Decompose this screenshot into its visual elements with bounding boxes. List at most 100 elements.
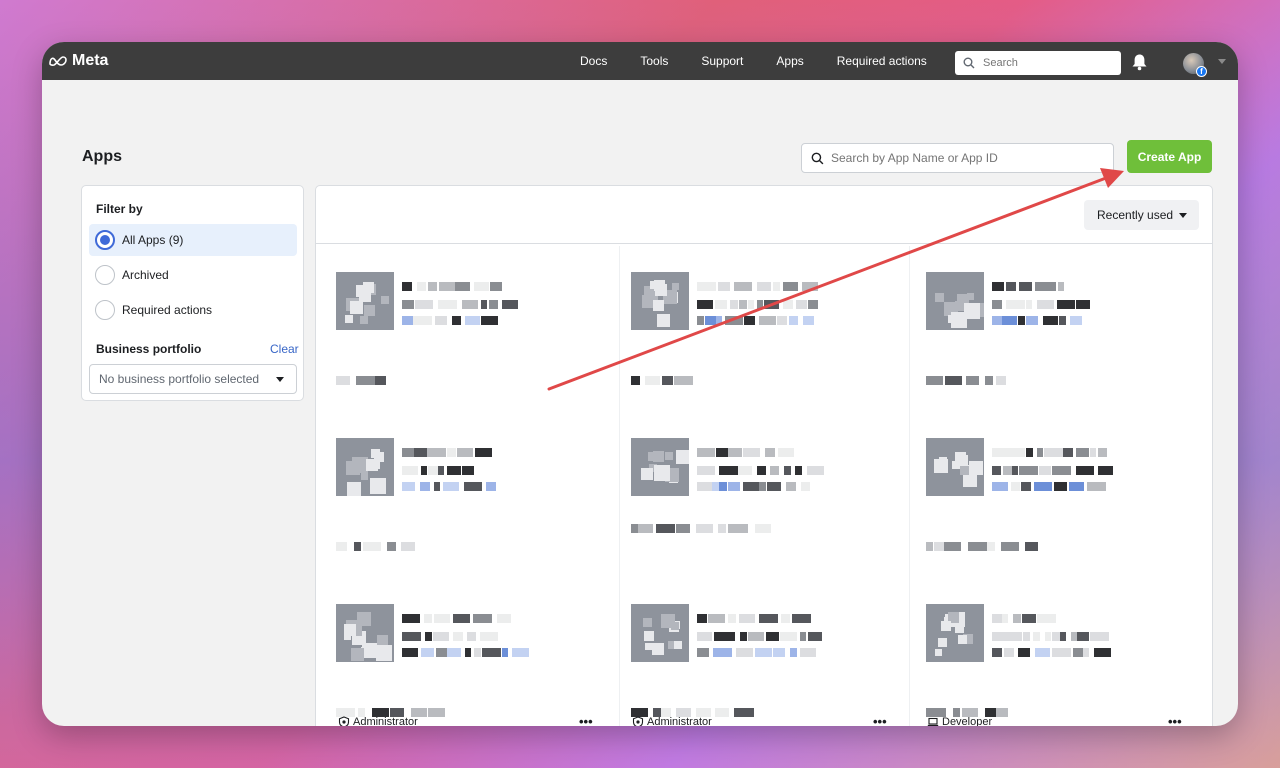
app-card[interactable]: [611, 416, 881, 566]
redacted-text: [1050, 316, 1058, 325]
app-card[interactable]: [316, 416, 586, 566]
more-options-icon[interactable]: •••: [1168, 714, 1182, 726]
more-options-icon[interactable]: •••: [873, 714, 887, 726]
meta-infinity-icon: [49, 56, 67, 66]
redacted-text: [1019, 282, 1032, 291]
app-card[interactable]: [906, 416, 1176, 566]
redacted-text: [968, 542, 987, 551]
redacted-text: [645, 376, 660, 385]
app-card[interactable]: [611, 250, 881, 400]
redacted-text: [934, 542, 944, 551]
nav-required-actions[interactable]: Required actions: [837, 54, 927, 68]
app-card[interactable]: [316, 582, 586, 726]
redacted-text: [708, 614, 725, 623]
redacted-text: [783, 300, 793, 309]
redacted-text: [773, 282, 780, 291]
app-card[interactable]: [611, 582, 881, 726]
app-role-footer: Administrator: [632, 716, 712, 726]
redacted-text: [1037, 448, 1043, 457]
top-navigation-bar: Meta Docs Tools Support Apps Required ac…: [42, 42, 1238, 80]
redacted-text: [992, 282, 1004, 291]
redacted-text: [482, 648, 501, 657]
redacted-text: [336, 376, 350, 385]
account-menu-chevron-down-icon[interactable]: [1218, 59, 1226, 64]
redacted-text: [1002, 614, 1008, 623]
redacted-text: [428, 708, 445, 717]
redacted-text: [434, 614, 450, 623]
redacted-text: [992, 632, 1010, 641]
clear-portfolio-link[interactable]: Clear: [270, 342, 299, 356]
meta-logo[interactable]: Meta: [48, 52, 108, 70]
nav-docs[interactable]: Docs: [580, 54, 607, 68]
redacted-text: [402, 316, 413, 325]
redacted-text: [792, 614, 811, 623]
redacted-text: [697, 482, 712, 491]
app-icon: [631, 604, 689, 662]
redacted-text: [1033, 632, 1040, 641]
business-portfolio-label: Business portfolio: [96, 342, 202, 356]
redacted-text: [803, 316, 814, 325]
top-search-box: [955, 51, 1121, 75]
redacted-text: [738, 466, 752, 475]
redacted-text: [926, 542, 933, 551]
redacted-text: [1004, 648, 1014, 657]
panel-divider: [316, 243, 1212, 244]
redacted-text: [467, 632, 476, 641]
redacted-text: [402, 300, 414, 309]
business-portfolio-select[interactable]: No business portfolio selected: [89, 364, 297, 394]
filter-option-label: Required actions: [122, 303, 213, 317]
redacted-text: [413, 316, 432, 325]
redacted-text: [402, 282, 412, 291]
redacted-text: [453, 614, 470, 623]
top-search-input[interactable]: [983, 57, 1103, 69]
redacted-text: [800, 632, 806, 641]
filter-option-all-apps[interactable]: All Apps (9): [89, 224, 297, 256]
redacted-text: [1076, 448, 1089, 457]
create-app-button[interactable]: Create App: [1127, 140, 1212, 173]
redacted-text: [447, 648, 461, 657]
redacted-text: [1028, 614, 1036, 623]
more-options-icon[interactable]: •••: [579, 714, 593, 726]
redacted-text: [1070, 316, 1082, 325]
redacted-text: [764, 300, 779, 309]
redacted-text: [734, 708, 754, 717]
redacted-text: [502, 300, 518, 309]
user-avatar[interactable]: f: [1183, 53, 1207, 77]
filter-panel: Filter by All Apps (9) Archived Required…: [81, 185, 304, 401]
filter-option-archived[interactable]: Archived: [89, 259, 297, 291]
redacted-text: [743, 448, 760, 457]
redacted-text: [424, 300, 433, 309]
redacted-text: [718, 282, 730, 291]
app-card[interactable]: [906, 250, 1176, 400]
redacted-text: [716, 448, 728, 457]
redacted-text: [697, 282, 716, 291]
redacted-text: [808, 632, 822, 641]
redacted-text: [715, 708, 729, 717]
redacted-text: [1037, 300, 1054, 309]
app-search-input[interactable]: [831, 151, 1101, 165]
redacted-text: [375, 376, 386, 385]
sort-dropdown[interactable]: Recently used: [1084, 200, 1199, 230]
notification-bell-icon[interactable]: [1131, 53, 1148, 71]
nav-apps[interactable]: Apps: [776, 54, 803, 68]
laptop-icon: [927, 717, 939, 726]
redacted-text: [1044, 448, 1063, 457]
app-card[interactable]: [316, 250, 586, 400]
redacted-text: [727, 632, 735, 641]
app-role-label: Administrator: [353, 716, 418, 726]
redacted-text: [719, 482, 727, 491]
redacted-text: [462, 466, 474, 475]
nav-tools[interactable]: Tools: [640, 54, 668, 68]
redacted-text: [1090, 448, 1096, 457]
redacted-text: [1098, 466, 1113, 475]
redacted-text: [481, 300, 487, 309]
nav-support[interactable]: Support: [701, 54, 743, 68]
app-icon: [336, 272, 394, 330]
filter-option-required-actions[interactable]: Required actions: [89, 294, 297, 326]
app-icon: [631, 438, 689, 496]
app-card[interactable]: [906, 582, 1176, 726]
redacted-text: [713, 648, 732, 657]
redacted-text: [502, 648, 508, 657]
redacted-text: [1052, 466, 1071, 475]
redacted-text: [438, 466, 444, 475]
